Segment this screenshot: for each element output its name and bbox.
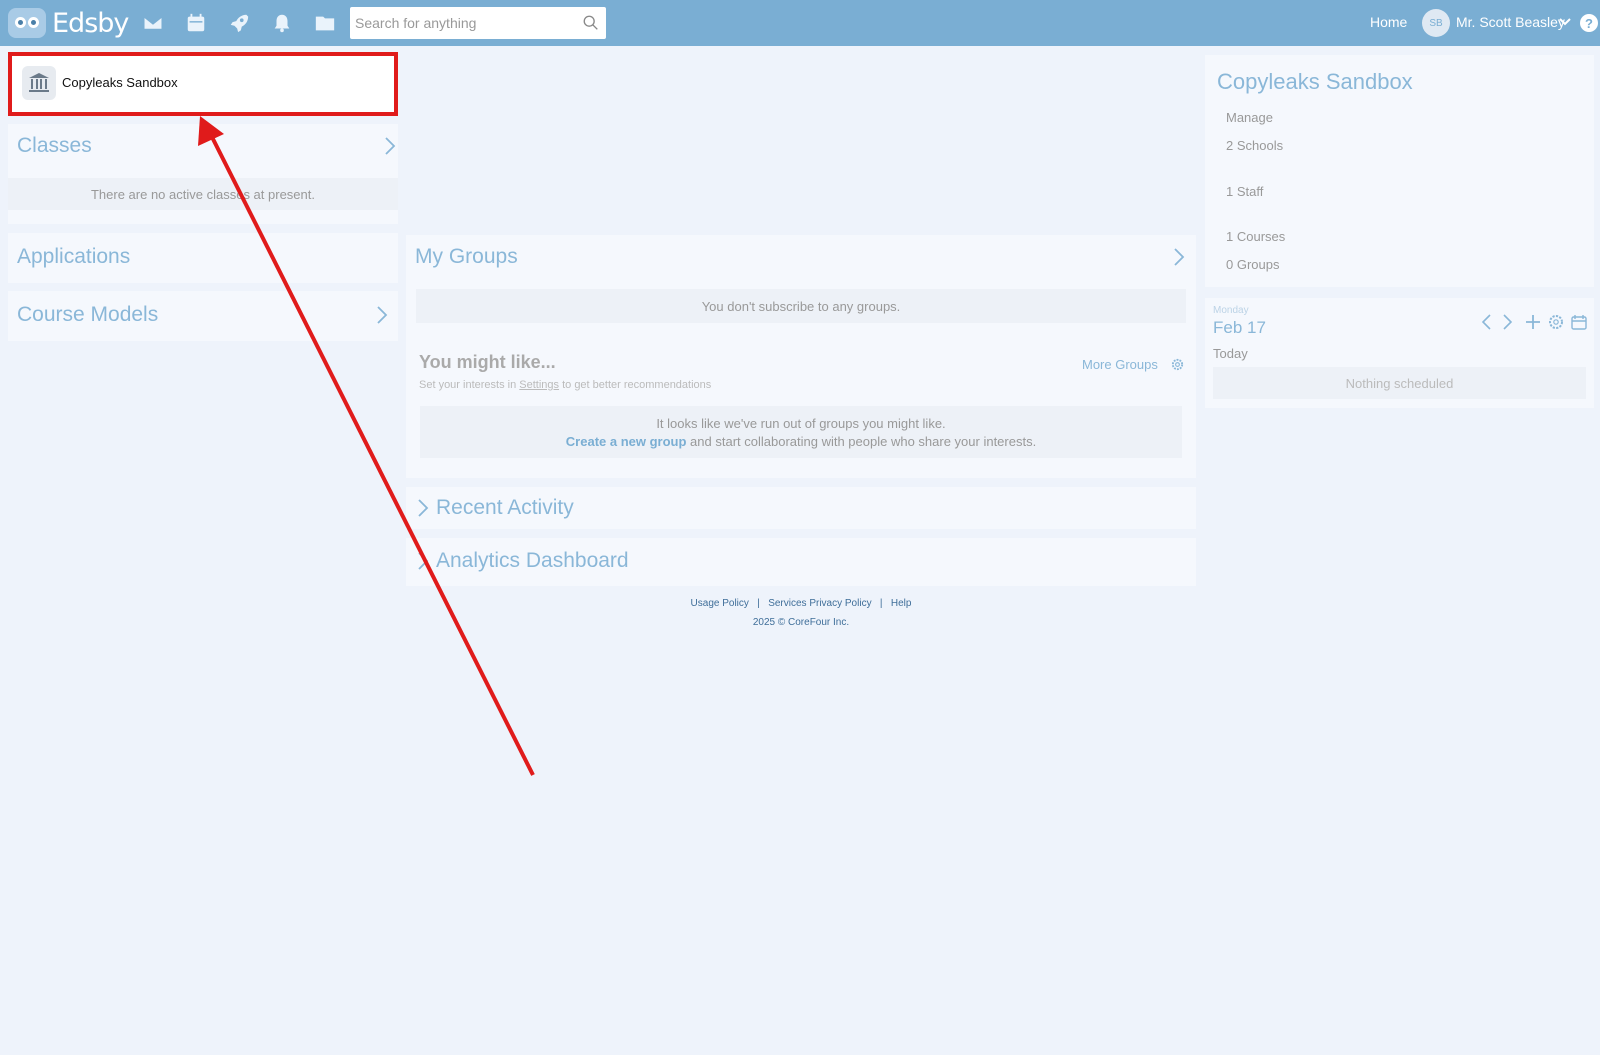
user-menu[interactable]: Mr. Scott Beasley [1456,14,1565,30]
schools-count[interactable]: 2 Schools [1226,138,1283,153]
help-icon[interactable]: ? [1580,14,1598,32]
applications-panel: Applications [8,233,398,283]
calendar-view-icon[interactable] [1570,313,1588,331]
chevron-left-icon[interactable] [1478,313,1496,331]
analytics-chevron-right-icon[interactable] [416,551,430,571]
plus-icon[interactable] [1524,313,1542,331]
home-link[interactable]: Home [1370,14,1407,30]
calendar-icon[interactable] [184,11,208,35]
calendar-today-label: Today [1213,346,1248,361]
calendar-date: Feb 17 [1213,318,1266,337]
logo-text: Edsby [52,7,129,39]
course-models-panel: Course Models [8,291,398,341]
classes-chevron-right-icon[interactable] [383,136,397,156]
recent-activity-title[interactable]: Recent Activity [436,496,574,520]
classes-title[interactable]: Classes [17,134,92,158]
logo-face-icon [8,8,46,38]
you-might-like-title: You might like... [419,352,556,372]
manage-link[interactable]: Manage [1226,110,1273,125]
copyright: 2025 © CoreFour Inc. [752,617,850,628]
organization-panel: Copyleaks Sandbox [1205,55,1594,287]
help-link[interactable]: Help [891,598,912,609]
footer-links: Usage Policy | Services Privacy Policy |… [406,598,1196,609]
top-bar: Edsby Home SB Mr. Scott Beasley ? [0,0,1600,46]
folder-icon[interactable] [313,11,337,35]
privacy-policy-link[interactable]: Services Privacy Policy [768,598,871,609]
applications-title[interactable]: Applications [17,245,130,269]
create-group-link[interactable]: Create a new group [566,434,687,449]
bell-icon[interactable] [270,11,294,35]
staff-count[interactable]: 1 Staff [1226,184,1263,199]
my-groups-empty-text: You don't subscribe to any groups. [416,289,1186,323]
analytics-dashboard-panel[interactable]: Analytics Dashboard [406,538,1196,586]
nothing-scheduled: Nothing scheduled [1213,367,1586,399]
chevron-right-icon[interactable] [1498,313,1516,331]
calendar-day: Monday [1213,305,1249,316]
footer-separator: | [757,598,760,609]
you-might-like-subtitle: Set your interests in Settings to get be… [419,379,712,391]
usage-policy-link[interactable]: Usage Policy [691,598,749,609]
classes-empty-text: There are no active classes at present. [8,178,398,210]
my-groups-chevron-right-icon[interactable] [1172,247,1186,267]
avatar[interactable]: SB [1422,9,1450,37]
footer-separator: | [879,598,883,609]
course-models-title[interactable]: Course Models [17,303,158,327]
groups-count[interactable]: 0 Groups [1226,257,1279,272]
my-groups-title[interactable]: My Groups [415,245,518,269]
course-models-chevron-right-icon[interactable] [375,305,389,325]
courses-count[interactable]: 1 Courses [1226,229,1285,244]
search-icon[interactable] [582,14,600,32]
edsby-logo[interactable]: Edsby [8,4,129,42]
search-box [350,7,606,39]
analytics-dashboard-title[interactable]: Analytics Dashboard [436,549,629,573]
gear-icon[interactable] [1170,357,1185,372]
school-building-icon [22,66,56,100]
recent-activity-panel[interactable]: Recent Activity [406,487,1196,529]
classes-panel: Classes There are no active classes at p… [8,124,398,224]
school-name: Copyleaks Sandbox [62,75,178,90]
rocket-icon[interactable] [227,11,251,35]
chevron-down-icon[interactable] [1558,15,1572,29]
settings-link[interactable]: Settings [519,379,559,391]
more-groups-link[interactable]: More Groups [1082,357,1158,372]
search-input[interactable] [350,7,570,39]
calendar-gear-icon[interactable] [1547,313,1565,331]
organization-title[interactable]: Copyleaks Sandbox [1217,69,1413,95]
mail-icon[interactable] [141,11,165,35]
groups-recommendation-empty: It looks like we've run out of groups yo… [420,406,1182,458]
school-card[interactable]: Copyleaks Sandbox [8,52,398,116]
recent-activity-chevron-right-icon[interactable] [416,498,430,518]
